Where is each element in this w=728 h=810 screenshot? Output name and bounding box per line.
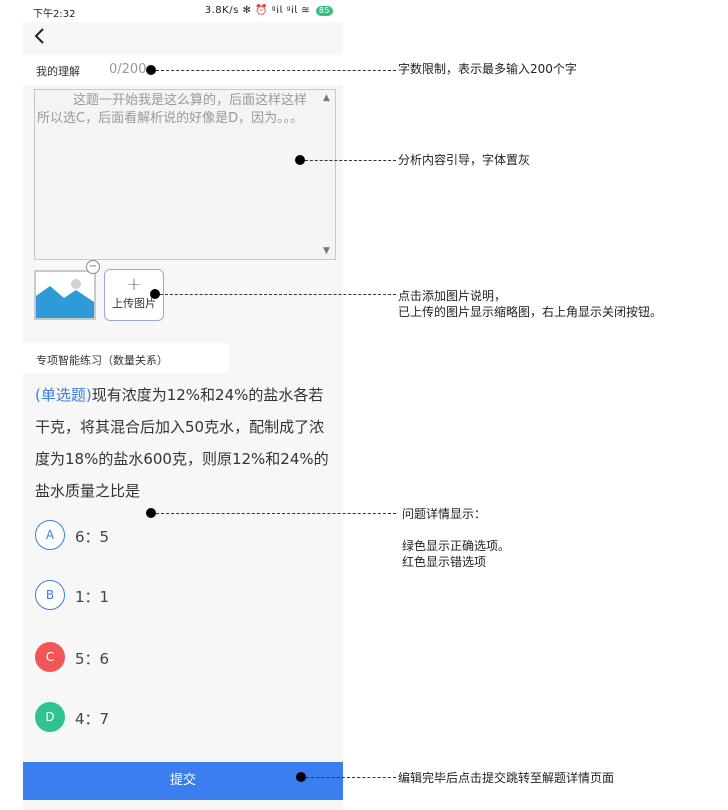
annotation-char-limit: 字数限制，表示最多输入200个字 <box>398 62 577 76</box>
option-text: 1：1 <box>75 588 110 606</box>
annotation-dot <box>296 772 306 782</box>
textarea-placeholder: 这题一开始我是这么算的，后面这样这样所以选C，后面看解析说的好像是D，因为。。。 <box>37 93 308 126</box>
annotation-placeholder-hint: 分析内容引导，字体置灰 <box>398 153 531 167</box>
option-c[interactable]: C 5：6 <box>35 642 235 672</box>
option-letter: D <box>35 702 65 732</box>
option-letter: C <box>35 642 65 672</box>
annotation-line <box>305 160 396 161</box>
option-text: 4：7 <box>75 710 110 728</box>
option-letter: A <box>35 520 65 550</box>
annotation-line <box>156 70 396 71</box>
status-bar: 下午2:32 3.8K/s ✻ ⏰ ᵍ𝗂𝗅 ᵍ𝗂𝗅 ≋ 85 <box>23 0 343 22</box>
annotation-line <box>160 294 396 295</box>
option-text: 6：5 <box>75 528 110 546</box>
back-chevron-icon[interactable] <box>31 26 49 46</box>
submit-button[interactable]: 提交 <box>23 762 343 800</box>
scroll-down-icon[interactable]: ▼ <box>323 246 330 256</box>
annotation-dot <box>146 508 156 518</box>
annotation-line-1: 问题详情显示： <box>402 507 487 521</box>
textarea-scrollbar[interactable]: ▲ ▼ <box>320 90 335 259</box>
annotation-image-upload: 点击添加图片说明， 已上传的图片显示缩略图，右上角显示关闭按钮。 <box>398 288 662 320</box>
annotation-line-1: 点击添加图片说明， <box>398 289 507 303</box>
option-d[interactable]: D 4：7 <box>35 702 235 732</box>
annotation-question-detail: 问题详情显示： 绿色显示正确选项。 红色显示错选项 <box>402 506 510 570</box>
annotation-dot <box>146 65 156 75</box>
status-indicators: 3.8K/s ✻ ⏰ ᵍ𝗂𝗅 ᵍ𝗂𝗅 ≋ 85 <box>205 5 333 16</box>
understanding-textarea[interactable]: 这题一开始我是这么算的，后面这样这样所以选C，后面看解析说的好像是D，因为。。。… <box>34 89 336 260</box>
annotation-line-2: 绿色显示正确选项。 <box>402 539 511 553</box>
annotation-dot <box>150 289 160 299</box>
annotation-line <box>156 513 396 514</box>
question-type: (单选题) <box>35 386 92 404</box>
practice-title: 专项智能练习（数量关系） <box>36 354 168 367</box>
annotation-dot <box>295 155 305 165</box>
network-speed: 3.8K/s ✻ ⏰ ᵍ𝗂𝗅 ᵍ𝗂𝗅 ≋ <box>204 5 311 16</box>
annotation-line-2: 已上传的图片显示缩略图，右上角显示关闭按钮。 <box>398 305 663 319</box>
thumbnail-close-icon[interactable]: − <box>86 260 100 274</box>
understanding-title: 我的理解 <box>36 65 80 78</box>
annotation-line-3: 红色显示错选项 <box>402 555 487 569</box>
option-text: 5：6 <box>75 650 110 668</box>
battery-icon: 85 <box>315 6 333 16</box>
option-a[interactable]: A 6：5 <box>35 520 235 550</box>
scroll-up-icon[interactable]: ▲ <box>323 93 330 103</box>
phone-screen: 下午2:32 3.8K/s ✻ ⏰ ᵍ𝗂𝗅 ᵍ𝗂𝗅 ≋ 85 我的理解 0/20… <box>23 0 343 810</box>
practice-header: 专项智能练习（数量关系） <box>23 343 229 373</box>
option-letter: B <box>35 580 65 610</box>
image-placeholder-icon <box>36 272 94 318</box>
char-count: 0/200 <box>109 62 147 77</box>
annotation-submit: 编辑完毕后点击提交跳转至解题详情页面 <box>398 771 615 785</box>
status-time: 下午2:32 <box>33 9 76 20</box>
image-thumbnail[interactable] <box>34 270 96 320</box>
annotation-line <box>306 777 396 778</box>
question-stem: (单选题)现有浓度为12%和24%的盐水各若干克，将其混合后加入50克水，配制成… <box>35 379 335 507</box>
option-b[interactable]: B 1：1 <box>35 580 235 610</box>
